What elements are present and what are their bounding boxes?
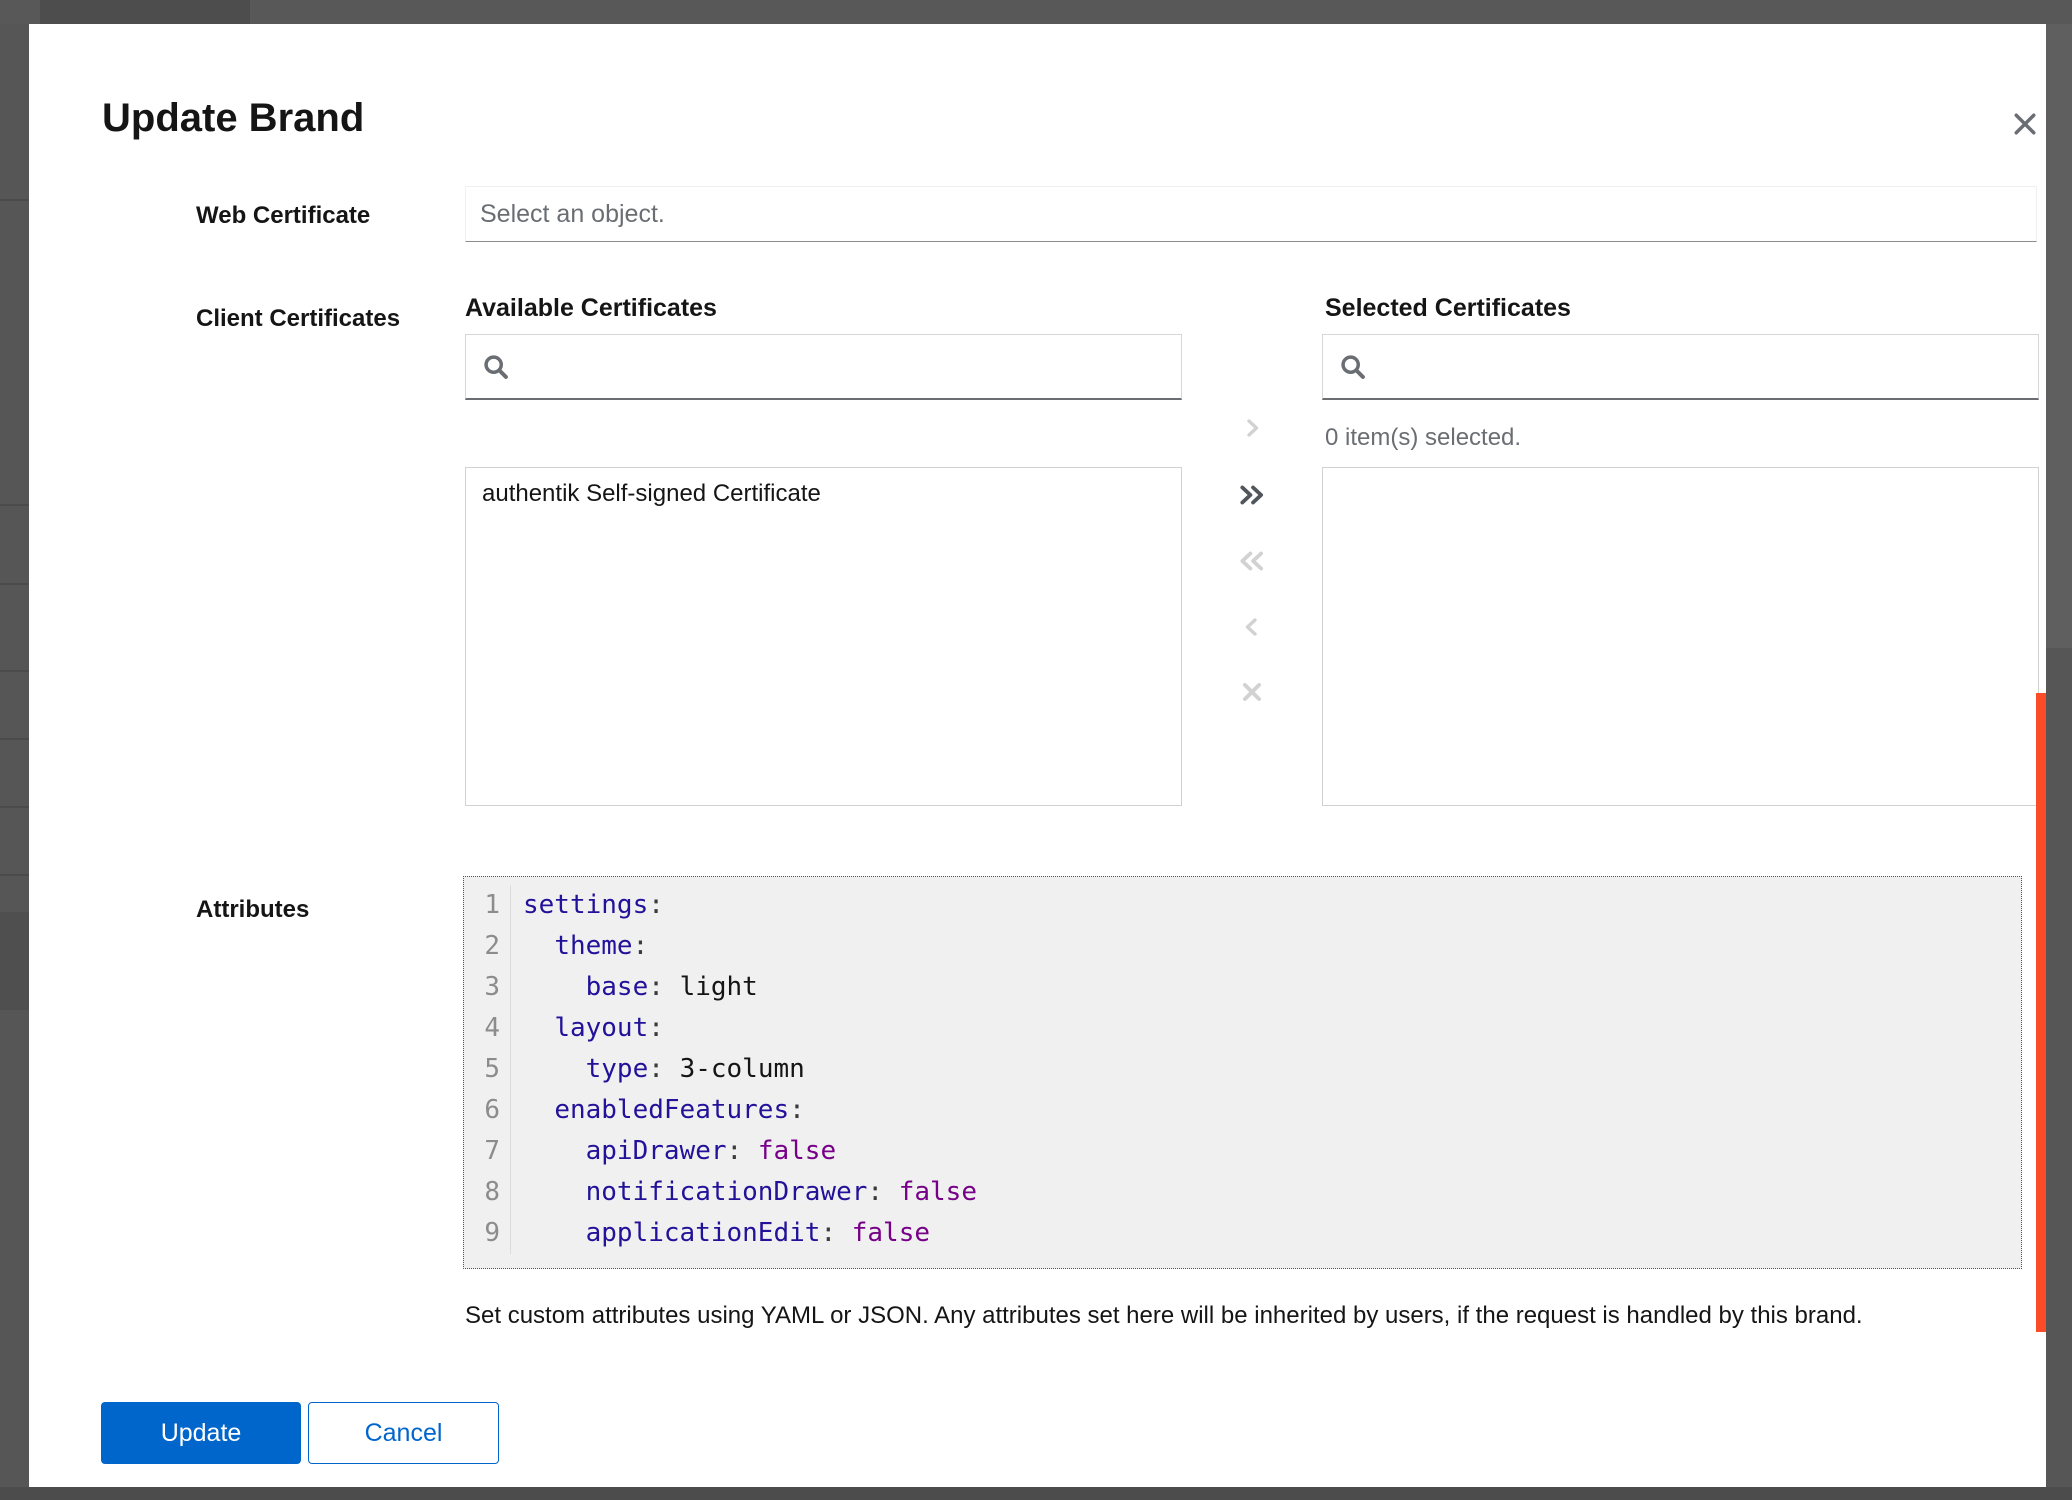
backdrop-right-lower	[2046, 648, 2072, 1487]
backdrop-right-upper	[2046, 24, 2072, 648]
search-icon	[1339, 353, 1367, 381]
code-line: 1settings:	[464, 885, 2021, 926]
available-certificates-heading: Available Certificates	[465, 294, 717, 323]
selected-certificates-list[interactable]	[1322, 467, 2039, 806]
close-button[interactable]	[2001, 100, 2049, 148]
backdrop-bottom	[0, 1487, 2072, 1500]
screen: Update Brand Web Certificate Client Cert…	[0, 0, 2072, 1500]
code-line: 3 base: light	[464, 967, 2021, 1008]
search-icon	[482, 353, 510, 381]
backdrop-divider	[0, 670, 29, 672]
code-line: 2 theme:	[464, 926, 2021, 967]
code-text: apiDrawer: false	[511, 1131, 836, 1172]
line-number: 7	[464, 1131, 511, 1172]
code-line: 4 layout:	[464, 1008, 2021, 1049]
backdrop-top	[0, 0, 2072, 24]
move-all-left-button[interactable]	[1230, 539, 1274, 583]
cancel-button[interactable]: Cancel	[308, 1402, 499, 1464]
backdrop-divider	[0, 504, 29, 506]
angle-double-left-icon	[1237, 547, 1267, 575]
angle-double-right-icon	[1237, 481, 1267, 509]
selected-count-status: 0 item(s) selected.	[1325, 424, 1521, 452]
attributes-code-editor[interactable]: 1settings:2 theme:3 base: light4 layout:…	[463, 876, 2022, 1269]
code-text: base: light	[511, 967, 758, 1008]
attributes-label: Attributes	[196, 896, 309, 924]
code-text: settings:	[511, 885, 664, 926]
client-certificates-label: Client Certificates	[196, 305, 400, 333]
move-all-right-button[interactable]	[1230, 473, 1274, 517]
move-selected-left-button[interactable]	[1230, 605, 1274, 649]
available-certificates-list[interactable]: authentik Self-signed Certificate	[465, 467, 1182, 806]
certificate-list-item[interactable]: authentik Self-signed Certificate	[466, 468, 1181, 520]
code-text: theme:	[511, 926, 648, 967]
web-certificate-select[interactable]	[465, 186, 2037, 242]
angle-left-icon	[1240, 615, 1264, 639]
backdrop-left	[0, 24, 29, 1487]
selected-search-box	[1322, 334, 2039, 400]
code-text: type: 3-column	[511, 1049, 805, 1090]
line-number: 5	[464, 1049, 511, 1090]
code-text: notificationDrawer: false	[511, 1172, 977, 1213]
close-icon	[2010, 109, 2040, 139]
clear-selection-button[interactable]	[1230, 670, 1274, 714]
angle-right-icon	[1240, 416, 1264, 440]
cross-icon	[1239, 679, 1265, 705]
update-button[interactable]: Update	[101, 1402, 301, 1464]
line-number: 8	[464, 1172, 511, 1213]
backdrop-divider	[0, 199, 29, 201]
backdrop-divider	[0, 806, 29, 808]
line-number: 2	[464, 926, 511, 967]
backdrop-left-band	[0, 912, 29, 1010]
attributes-help-text: Set custom attributes using YAML or JSON…	[465, 1300, 2025, 1331]
code-line: 7 apiDrawer: false	[464, 1131, 2021, 1172]
modal-title: Update Brand	[102, 96, 364, 140]
accent-bar	[2036, 693, 2046, 1332]
backdrop-divider	[0, 738, 29, 740]
backdrop-top-block	[40, 0, 250, 24]
code-line: 6 enabledFeatures:	[464, 1090, 2021, 1131]
code-text: enabledFeatures:	[511, 1090, 805, 1131]
web-certificate-label: Web Certificate	[196, 202, 370, 230]
selected-certificates-heading: Selected Certificates	[1325, 294, 1571, 323]
backdrop-divider	[0, 874, 29, 876]
line-number: 1	[464, 885, 511, 926]
selected-search-input[interactable]	[1367, 335, 2038, 398]
code-line: 5 type: 3-column	[464, 1049, 2021, 1090]
available-search-input[interactable]	[510, 335, 1181, 398]
line-number: 9	[464, 1213, 511, 1254]
available-search-box	[465, 334, 1182, 400]
backdrop-divider	[0, 583, 29, 585]
code-line: 9 applicationEdit: false	[464, 1213, 2021, 1254]
code-text: layout:	[511, 1008, 664, 1049]
move-selected-right-button[interactable]	[1230, 406, 1274, 450]
code-text: applicationEdit: false	[511, 1213, 930, 1254]
line-number: 4	[464, 1008, 511, 1049]
line-number: 6	[464, 1090, 511, 1131]
line-number: 3	[464, 967, 511, 1008]
code-line: 8 notificationDrawer: false	[464, 1172, 2021, 1213]
update-brand-modal: Update Brand Web Certificate Client Cert…	[29, 24, 2046, 1487]
